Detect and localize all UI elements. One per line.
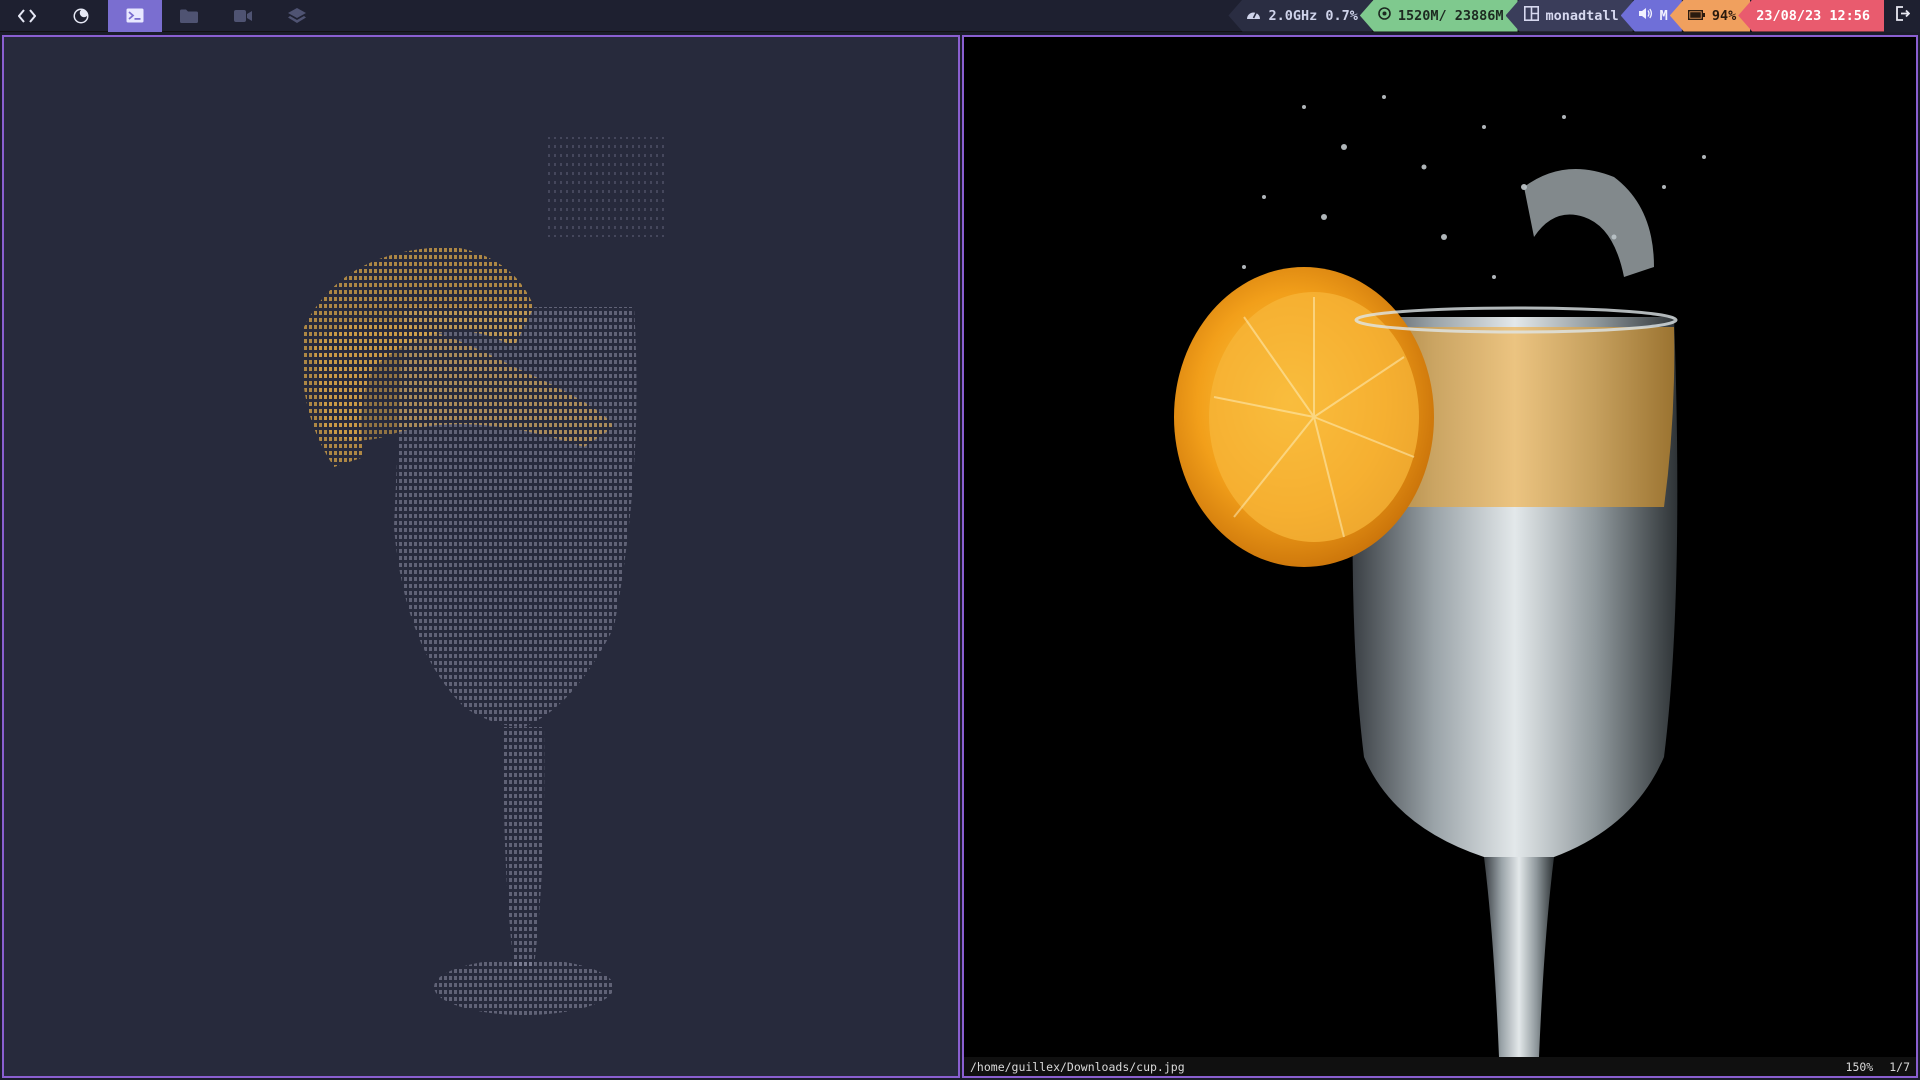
ascii-art-glass <box>302 137 664 1015</box>
workspace-video[interactable] <box>216 0 270 32</box>
volume-text: M <box>1659 7 1668 24</box>
gauge-icon <box>1246 7 1261 24</box>
memory-text: 1520M/ 23886M <box>1397 7 1504 24</box>
terminal-icon <box>126 8 144 23</box>
battery-text: 94% <box>1711 7 1737 24</box>
cpu-widget[interactable]: 2.0GHz 0.7% <box>1228 0 1372 32</box>
battery-widget[interactable]: 94% <box>1669 0 1751 32</box>
speaker-icon <box>1638 7 1653 24</box>
viewer-status-bar: /home/guillex/Downloads/cup.jpg 150% 1/7 <box>964 1057 1916 1076</box>
cup-photo <box>964 37 1916 1057</box>
layout-icon <box>1523 6 1539 25</box>
file-path: /home/guillex/Downloads/cup.jpg <box>970 1059 1185 1074</box>
power-button[interactable] <box>1884 0 1920 32</box>
ascii-art <box>284 107 804 1067</box>
browser-icon <box>72 7 90 25</box>
layers-icon <box>288 7 306 24</box>
terminal-window[interactable] <box>2 35 960 1078</box>
code-brackets-icon <box>18 8 36 23</box>
workspace-code[interactable] <box>0 0 54 32</box>
cpu-text: 2.0GHz 0.7% <box>1268 7 1358 24</box>
viewer-image <box>964 37 1916 1057</box>
top-bar: 2.0GHz 0.7% 1520M/ 23886M monadtall M 94… <box>0 0 1920 32</box>
video-icon <box>234 9 252 22</box>
workspace-layers[interactable] <box>270 0 324 32</box>
zoom-level: 150% <box>1845 1059 1874 1074</box>
datetime-text: 23/08/23 12:56 <box>1756 7 1870 24</box>
folder-icon <box>180 9 198 23</box>
image-index: 1/7 <box>1889 1059 1910 1074</box>
layout-text: monadtall <box>1545 7 1619 24</box>
logout-icon <box>1895 6 1910 25</box>
workspace-browser[interactable] <box>54 0 108 32</box>
battery-icon <box>1687 8 1705 24</box>
workspace-files[interactable] <box>162 0 216 32</box>
layout-widget[interactable]: monadtall <box>1505 0 1633 32</box>
workspace-terminal[interactable] <box>108 0 162 32</box>
memory-icon <box>1378 7 1391 24</box>
clock-widget[interactable]: 23/08/23 12:56 <box>1738 0 1884 32</box>
memory-widget[interactable]: 1520M/ 23886M <box>1359 0 1518 32</box>
image-viewer-window[interactable]: /home/guillex/Downloads/cup.jpg 150% 1/7 <box>962 35 1918 1078</box>
